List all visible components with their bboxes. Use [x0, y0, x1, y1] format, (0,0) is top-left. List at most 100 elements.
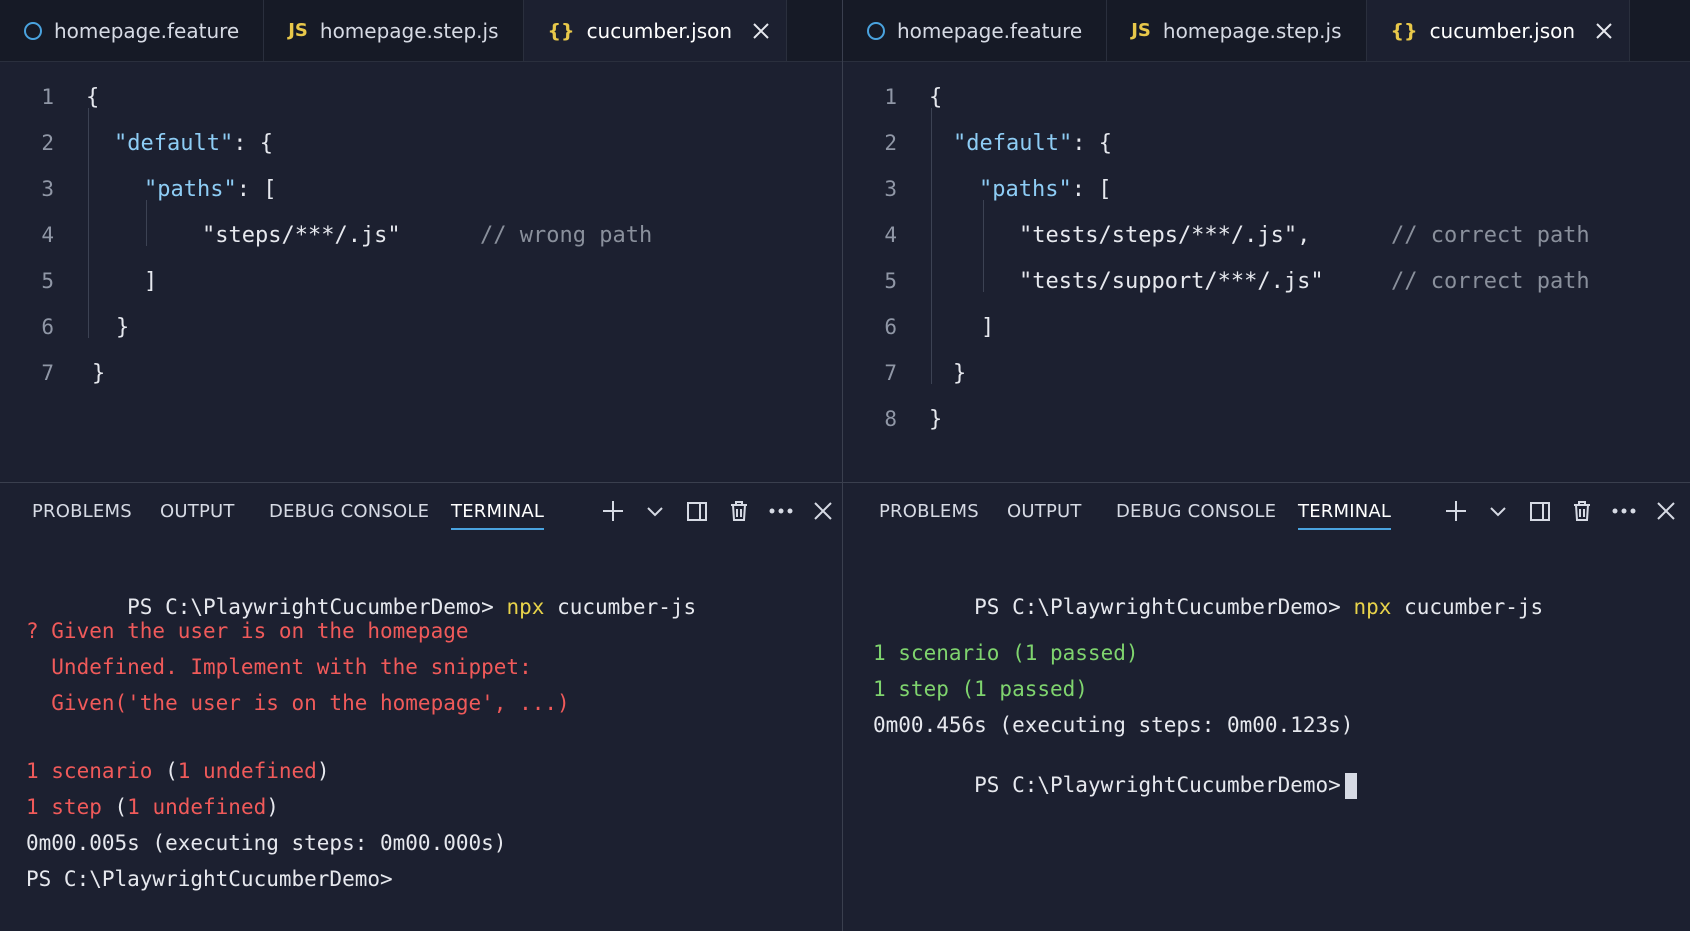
panel-tabbar: PROBLEMS OUTPUT DEBUG CONSOLE TERMINAL: [843, 483, 1690, 541]
code-line: 6 }: [0, 304, 842, 350]
terminal-line: PS C:\PlaywrightCucumberDemo> npx cucumb…: [873, 571, 1543, 643]
line-number: 4: [41, 223, 54, 247]
terminal-error: Undefined. Implement with the snippet:: [26, 655, 532, 679]
terminal-prompt: PS C:\PlaywrightCucumberDemo>: [974, 595, 1341, 619]
tab-homepage-feature[interactable]: homepage.feature: [843, 0, 1108, 61]
code-comment: // correct path: [1391, 222, 1590, 248]
chevron-down-icon[interactable]: [1477, 495, 1519, 527]
panel-actions: [592, 495, 844, 527]
line-number: 6: [884, 315, 897, 339]
tab-debug-console[interactable]: DEBUG CONSOLE: [1116, 501, 1276, 522]
left-pane: homepage.feature JS homepage.step.js {} …: [0, 0, 842, 931]
code-line: 2 "default": {: [843, 120, 1690, 166]
terminal-output[interactable]: PS C:\PlaywrightCucumberDemo> npx cucumb…: [0, 541, 842, 931]
tab-output[interactable]: OUTPUT: [160, 501, 235, 522]
code-text: : [: [1071, 176, 1112, 202]
close-panel-icon[interactable]: [1645, 495, 1687, 527]
split-terminal-icon[interactable]: [1519, 495, 1561, 527]
json-string: "tests/support/***/.js": [1019, 268, 1324, 294]
code-text: }: [953, 360, 967, 386]
json-string: "tests/steps/***/.js",: [1019, 222, 1311, 248]
code-line: 5 "tests/support/***/.js" // correct pat…: [843, 258, 1690, 304]
code-line: 3 "paths": [: [843, 166, 1690, 212]
scenario-summary: 1 scenario (1 passed): [873, 641, 1139, 665]
chevron-down-icon[interactable]: [634, 495, 676, 527]
json-file-icon: {}: [1390, 19, 1418, 42]
code-text: {: [86, 84, 100, 110]
paren-close: ): [316, 759, 330, 783]
code-editor[interactable]: 1 { 2 "default": { 3 "paths": [ 4 "steps…: [0, 62, 842, 482]
split-terminal-icon[interactable]: [676, 495, 718, 527]
tab-label: homepage.step.js: [319, 18, 499, 43]
code-line: 3 "paths": [: [0, 166, 842, 212]
line-number: 2: [884, 131, 897, 155]
js-file-icon: JS: [1131, 20, 1151, 41]
line-number: 3: [884, 177, 897, 201]
tab-homepage-feature[interactable]: homepage.feature: [0, 0, 265, 61]
line-number: 5: [41, 269, 54, 293]
tab-cucumber-json[interactable]: {} cucumber.json: [523, 0, 788, 61]
terminal-timing: 0m00.456s (executing steps: 0m00.123s): [873, 713, 1354, 737]
more-icon[interactable]: [1603, 495, 1645, 527]
close-icon[interactable]: [1595, 22, 1613, 40]
json-file-icon: {}: [547, 19, 575, 42]
json-key: "default": [114, 130, 234, 156]
plus-icon[interactable]: [1435, 495, 1477, 527]
code-text: : {: [233, 130, 273, 156]
paren-close: ): [266, 795, 279, 819]
tab-label: homepage.feature: [897, 18, 1083, 43]
tab-cucumber-json[interactable]: {} cucumber.json: [1366, 0, 1631, 61]
terminal-output[interactable]: PS C:\PlaywrightCucumberDemo> npx cucumb…: [843, 541, 1690, 931]
close-panel-icon[interactable]: [802, 495, 844, 527]
line-number: 6: [41, 315, 54, 339]
feature-file-icon: [867, 21, 885, 40]
terminal-error: ? Given the user is on the homepage: [26, 619, 469, 643]
split-screen: homepage.feature JS homepage.step.js {} …: [0, 0, 1690, 931]
terminal-command-args: cucumber-js: [557, 595, 697, 619]
code-line: 1 {: [0, 74, 842, 120]
paren-open: (: [152, 759, 178, 783]
code-text: : [: [236, 176, 277, 202]
terminal-prompt: PS C:\PlaywrightCucumberDemo>: [127, 595, 494, 619]
step-summary: 1 step (1 passed): [873, 677, 1088, 701]
terminal-prompt: PS C:\PlaywrightCucumberDemo>: [26, 867, 393, 891]
tab-label: cucumber.json: [1429, 18, 1576, 43]
tab-label: homepage.step.js: [1162, 18, 1342, 43]
code-comment: // wrong path: [480, 222, 653, 248]
close-icon[interactable]: [752, 22, 770, 40]
paren-open: (: [101, 795, 128, 819]
tab-terminal[interactable]: TERMINAL: [1298, 501, 1392, 530]
terminal-cursor: [1344, 773, 1357, 799]
feature-file-icon: [24, 21, 42, 40]
tab-output[interactable]: OUTPUT: [1007, 501, 1082, 522]
trash-icon[interactable]: [718, 495, 760, 527]
code-line: 5 ]: [0, 258, 842, 304]
terminal-command: npx: [1353, 595, 1392, 619]
tab-debug-console[interactable]: DEBUG CONSOLE: [269, 501, 429, 522]
code-text: : {: [1072, 130, 1112, 156]
trash-icon[interactable]: [1561, 495, 1603, 527]
code-line: 7 }: [843, 350, 1690, 396]
line-number: 1: [884, 85, 897, 109]
code-line: 2 "default": {: [0, 120, 842, 166]
terminal-prompt: PS C:\PlaywrightCucumberDemo>: [974, 773, 1341, 797]
line-number: 4: [884, 223, 897, 247]
tab-homepage-step-js[interactable]: JS homepage.step.js: [1107, 0, 1367, 61]
tab-label: homepage.feature: [54, 18, 240, 43]
code-editor[interactable]: 1 { 2 "default": { 3 "paths": [ 4 "tests…: [843, 62, 1690, 482]
code-line: 1 {: [843, 74, 1690, 120]
more-icon[interactable]: [760, 495, 802, 527]
code-line: 4 "steps/***/.js" // wrong path: [0, 212, 842, 258]
code-line: 6 ]: [843, 304, 1690, 350]
tab-homepage-step-js[interactable]: JS homepage.step.js: [264, 0, 524, 61]
code-text: ]: [981, 314, 995, 340]
plus-icon[interactable]: [592, 495, 634, 527]
line-number: 5: [884, 269, 897, 293]
terminal-timing: 0m00.005s (executing steps: 0m00.000s): [26, 831, 507, 855]
tab-problems[interactable]: PROBLEMS: [32, 501, 132, 522]
right-pane: homepage.feature JS homepage.step.js {} …: [842, 0, 1690, 931]
panel-tabbar: PROBLEMS OUTPUT DEBUG CONSOLE TERMINAL: [0, 483, 842, 541]
tab-label: cucumber.json: [586, 18, 733, 43]
tab-problems[interactable]: PROBLEMS: [879, 501, 979, 522]
tab-terminal[interactable]: TERMINAL: [451, 501, 545, 530]
